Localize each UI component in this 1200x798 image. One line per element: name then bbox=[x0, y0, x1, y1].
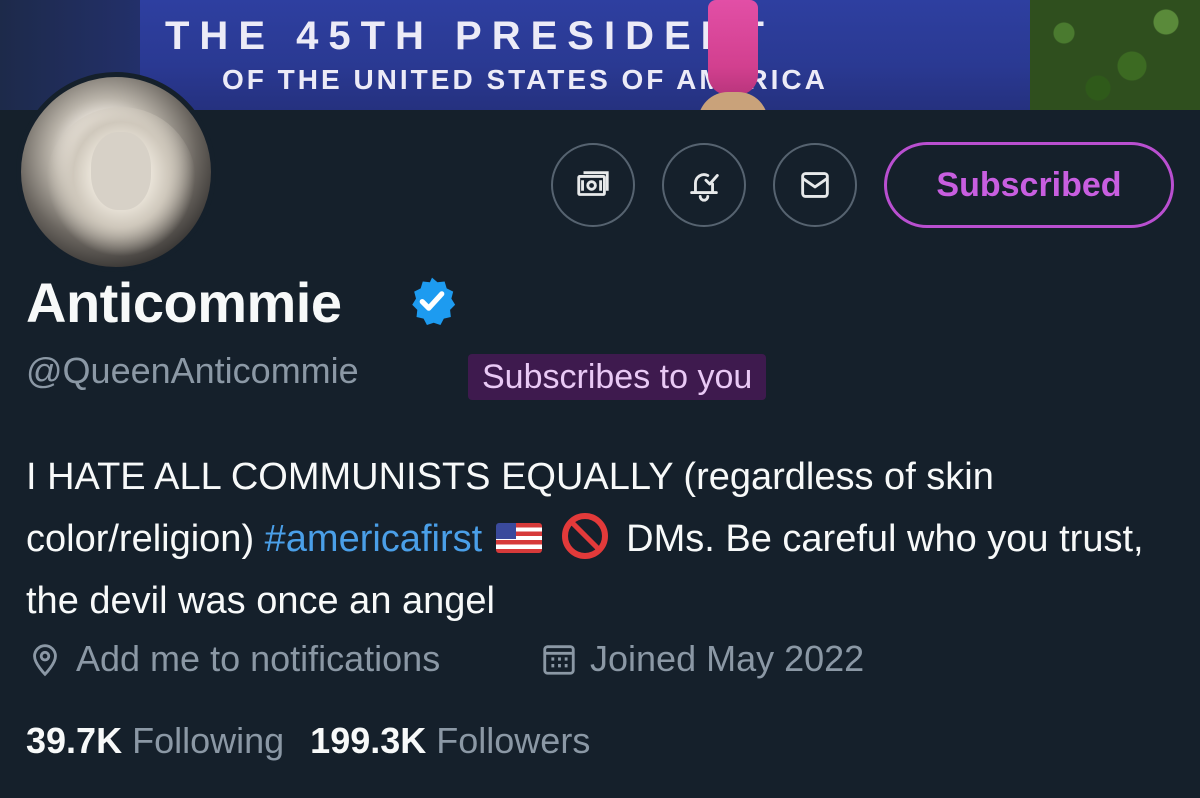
tip-button[interactable] bbox=[551, 143, 635, 227]
profile-avatar[interactable] bbox=[16, 72, 216, 272]
bio-hashtag-link[interactable]: #americafirst bbox=[265, 518, 483, 560]
location-pin-icon bbox=[33, 644, 57, 677]
followers-label: Followers bbox=[436, 720, 591, 761]
profile-banner[interactable]: THE 45TH PRESIDENT OF THE UNITED STATES … bbox=[0, 0, 1200, 110]
following-stat[interactable]: 39.7K Following bbox=[26, 720, 284, 762]
money-icon bbox=[577, 171, 609, 196]
no-entry-icon bbox=[562, 513, 609, 559]
following-count: 39.7K bbox=[26, 720, 123, 761]
notifications-button[interactable] bbox=[662, 143, 746, 227]
calendar-icon bbox=[543, 645, 575, 675]
joined-item: Joined May 2022 bbox=[540, 638, 864, 680]
message-button[interactable] bbox=[773, 143, 857, 227]
username-handle: @QueenAnticommie bbox=[26, 350, 359, 391]
banner-foliage bbox=[1030, 0, 1200, 110]
follow-stats: 39.7K Following 199.3K Followers bbox=[26, 720, 616, 762]
verified-badge-icon[interactable] bbox=[406, 275, 458, 327]
banner-figure bbox=[708, 0, 758, 95]
mail-icon bbox=[801, 172, 829, 198]
avatar-face bbox=[91, 132, 151, 210]
location-text: Add me to notifications bbox=[76, 638, 441, 679]
followers-stat[interactable]: 199.3K Followers bbox=[310, 720, 590, 762]
banner-text-line1: THE 45TH PRESIDENT bbox=[165, 14, 774, 58]
joined-date-text: Joined May 2022 bbox=[590, 638, 865, 679]
profile-bio: I HATE ALL COMMUNISTS EQUALLY (regardles… bbox=[26, 446, 1176, 632]
display-name: Anticommie bbox=[26, 271, 342, 334]
subscribed-button[interactable]: Subscribed bbox=[884, 142, 1174, 228]
location-item: Add me to notifications bbox=[26, 638, 440, 680]
us-flag-icon bbox=[496, 523, 543, 553]
subscribes-to-you-badge: Subscribes to you bbox=[468, 354, 767, 400]
following-label: Following bbox=[132, 720, 285, 761]
followers-count: 199.3K bbox=[310, 720, 427, 761]
notification-bell-icon bbox=[690, 173, 719, 202]
